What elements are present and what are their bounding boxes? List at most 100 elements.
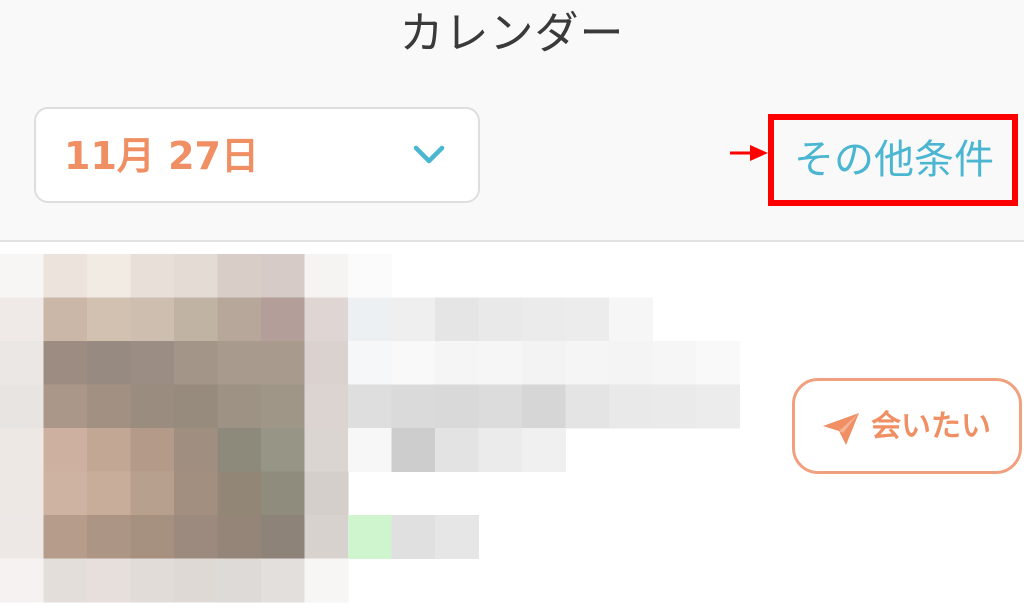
mosaic-cell (348, 341, 393, 386)
mosaic-cell (43, 515, 88, 560)
mosaic-cell (696, 341, 740, 386)
red-arrow-icon (730, 145, 768, 161)
mosaic-cell (261, 558, 306, 603)
mosaic-cell (304, 515, 349, 560)
header-area: カレンダー 11月 27日 その他条件 (0, 0, 1024, 242)
mosaic-cell (0, 515, 45, 560)
mosaic-cell (87, 341, 132, 386)
mosaic-cell (217, 297, 262, 342)
mosaic-cell (0, 471, 45, 516)
mosaic-cell (43, 341, 88, 386)
mosaic-cell (435, 428, 480, 473)
mosaic-cell (304, 341, 349, 386)
mosaic-cell (174, 254, 219, 299)
mosaic-cell (304, 297, 349, 342)
mosaic-cell (348, 384, 393, 429)
pixelated-profile-image (0, 254, 740, 603)
mosaic-cell (87, 471, 132, 516)
mosaic-cell (391, 297, 436, 342)
mosaic-cell (174, 515, 219, 560)
mosaic-cell (522, 341, 567, 386)
mosaic-cell (609, 297, 654, 342)
mosaic-cell (435, 341, 480, 386)
mosaic-cell (261, 254, 306, 299)
mosaic-cell (130, 428, 175, 473)
mosaic-cell (348, 515, 393, 560)
mosaic-cell (565, 341, 610, 386)
mosaic-cell (130, 341, 175, 386)
mosaic-cell (43, 428, 88, 473)
mosaic-cell (217, 254, 262, 299)
mosaic-cell (304, 558, 349, 603)
mosaic-cell (130, 471, 175, 516)
mosaic-cell (522, 297, 567, 342)
mosaic-cell (130, 297, 175, 342)
mosaic-cell (391, 515, 436, 560)
mosaic-cell (391, 341, 436, 386)
mosaic-cell (174, 558, 219, 603)
mosaic-cell (217, 384, 262, 429)
mosaic-cell (261, 515, 306, 560)
mosaic-cell (174, 297, 219, 342)
mosaic-cell (174, 384, 219, 429)
mosaic-cell (609, 384, 654, 429)
mosaic-cell (696, 384, 740, 429)
mosaic-cell (217, 428, 262, 473)
mosaic-cell (304, 471, 349, 516)
send-icon (823, 413, 859, 445)
mosaic-cell (261, 428, 306, 473)
mosaic-cell (130, 384, 175, 429)
mosaic-cell (435, 515, 480, 560)
mosaic-cell (348, 297, 393, 342)
mosaic-cell (87, 297, 132, 342)
mosaic-cell (0, 341, 45, 386)
mosaic-cell (478, 297, 523, 342)
mosaic-cell (652, 341, 697, 386)
mosaic-cell (87, 384, 132, 429)
mosaic-cell (348, 428, 393, 473)
mosaic-cell (0, 384, 45, 429)
mosaic-cell (174, 341, 219, 386)
mosaic-cell (304, 384, 349, 429)
mosaic-cell (522, 428, 567, 473)
mosaic-cell (217, 515, 262, 560)
mosaic-cell (522, 384, 567, 429)
mosaic-cell (435, 297, 480, 342)
mosaic-cell (130, 515, 175, 560)
mosaic-cell (0, 297, 45, 342)
mosaic-cell (478, 341, 523, 386)
mosaic-cell (609, 341, 654, 386)
mosaic-cell (261, 341, 306, 386)
mosaic-cell (43, 471, 88, 516)
mosaic-cell (391, 428, 436, 473)
mosaic-cell (304, 254, 349, 299)
mosaic-cell (217, 341, 262, 386)
mosaic-cell (87, 558, 132, 603)
mosaic-cell (478, 428, 523, 473)
mosaic-cell (130, 254, 175, 299)
mosaic-cell (348, 254, 393, 299)
mosaic-cell (435, 384, 480, 429)
meet-button[interactable]: 会いたい (792, 378, 1022, 474)
annotation-highlight-box (768, 114, 1018, 206)
mosaic-cell (174, 471, 219, 516)
mosaic-cell (130, 558, 175, 603)
mosaic-cell (87, 254, 132, 299)
calendar-screen: カレンダー 11月 27日 その他条件 会いたい (0, 0, 1024, 615)
mosaic-cell (0, 428, 45, 473)
mosaic-cell (0, 558, 45, 603)
chevron-down-icon (413, 145, 445, 164)
page-title: カレンダー (399, 8, 625, 59)
mosaic-cell (261, 297, 306, 342)
mosaic-cell (304, 428, 349, 473)
date-select[interactable]: 11月 27日 (34, 107, 480, 203)
mosaic-cell (217, 471, 262, 516)
mosaic-cell (43, 297, 88, 342)
mosaic-cell (87, 428, 132, 473)
list-item[interactable]: 会いたい (0, 242, 1024, 615)
mosaic-cell (43, 384, 88, 429)
mosaic-cell (565, 297, 610, 342)
date-select-value: 11月 27日 (64, 134, 259, 178)
mosaic-cell (174, 428, 219, 473)
mosaic-cell (0, 254, 45, 299)
